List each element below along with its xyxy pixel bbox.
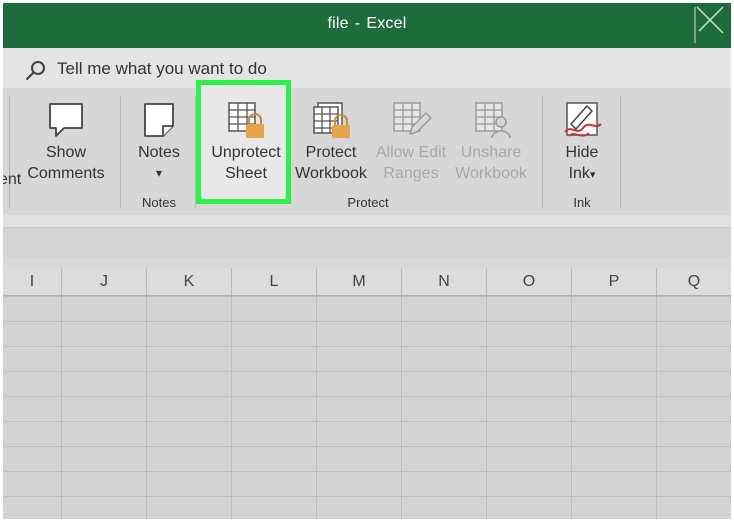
comment-icon	[49, 103, 83, 137]
column-header-l[interactable]: L	[232, 268, 317, 295]
column-line	[316, 296, 317, 519]
search-icon	[25, 61, 45, 81]
edit-ranges-icon	[393, 102, 432, 135]
file-name: file	[327, 15, 349, 32]
tell-me-bar[interactable]: Tell me what you want to do	[3, 48, 731, 88]
ribbon-separator	[9, 96, 10, 208]
sheet-lock-icon	[228, 102, 264, 138]
column-header-q[interactable]: Q	[657, 268, 731, 295]
column-header-p[interactable]: P	[572, 268, 657, 295]
column-header-n[interactable]: N	[402, 268, 487, 295]
group-label-ink: Ink	[573, 195, 591, 210]
tell-me-input[interactable]: Tell me what you want to do	[57, 59, 267, 79]
protect-workbook-line1: Protect	[305, 144, 357, 161]
protect-workbook-line2: Workbook	[295, 165, 367, 182]
unprotect-sheet-line2: Sheet	[225, 165, 267, 182]
window-title: file - Excel	[3, 15, 731, 33]
ribbon-bottom-edge	[3, 215, 731, 227]
column-line	[231, 296, 232, 519]
row-line	[3, 346, 731, 347]
row-line	[3, 296, 731, 297]
hide-ink-dropdown-arrow: ▾	[589, 169, 596, 181]
allow-edit-ranges-button[interactable]: Allow Edit Ranges	[371, 100, 451, 184]
show-comments-button[interactable]: Show Comments	[25, 100, 107, 184]
show-comments-line1: Show	[45, 144, 87, 161]
excel-window: file - Excel Tell me what you want to do e…	[3, 3, 731, 519]
row-line	[3, 321, 731, 322]
notes-label: Notes	[138, 144, 180, 161]
window-corner-decoration	[694, 6, 724, 43]
column-line	[486, 296, 487, 519]
ribbon-separator	[195, 96, 196, 208]
row-line	[3, 371, 731, 372]
unshare-workbook-line2: Workbook	[455, 165, 527, 182]
row-line	[3, 396, 731, 397]
column-line	[656, 296, 657, 519]
notes-dropdown-arrow: ▾	[155, 166, 163, 180]
unshare-workbook-line1: Unshare	[460, 144, 522, 161]
column-line	[61, 296, 62, 519]
show-comments-line2: Comments	[27, 165, 105, 182]
group-label-protect: Protect	[347, 195, 389, 210]
hide-ink-line1: Hide	[565, 144, 599, 161]
hide-ink-button[interactable]: Hide Ink▾	[551, 100, 613, 186]
ribbon-separator	[120, 96, 121, 208]
allow-edit-ranges-line1: Allow Edit	[375, 144, 447, 161]
column-line	[571, 296, 572, 519]
column-header-i[interactable]: I	[3, 268, 62, 295]
column-header-o[interactable]: O	[487, 268, 572, 295]
group-label-notes: Notes	[142, 195, 176, 210]
unshare-workbook-button[interactable]: Unshare Workbook	[451, 100, 531, 184]
review-ribbon: ent Show Comments Notes ▾ Notes Unprotec…	[3, 80, 731, 215]
hide-ink-line2: Ink▾	[568, 165, 596, 182]
row-line	[3, 421, 731, 422]
app-name: Excel	[366, 15, 407, 32]
column-header-k[interactable]: K	[147, 268, 232, 295]
worksheet-grid[interactable]	[3, 296, 731, 519]
column-line	[401, 296, 402, 519]
note-icon	[144, 103, 174, 137]
row-line	[3, 496, 731, 497]
unprotect-sheet-line1: Unprotect	[211, 144, 281, 161]
column-header-row: I J K L M N O P Q	[3, 268, 731, 296]
protect-workbook-button[interactable]: Protect Workbook	[291, 100, 371, 184]
title-bar: file - Excel	[3, 3, 731, 48]
column-header-j[interactable]: J	[62, 268, 147, 295]
unshare-workbook-icon	[475, 102, 511, 139]
ribbon-separator	[542, 96, 543, 208]
allow-edit-ranges-line2: Ranges	[383, 165, 439, 182]
ribbon-separator	[620, 96, 621, 208]
column-line	[146, 296, 147, 519]
workbook-lock-icon	[313, 102, 350, 138]
partial-button-label: ent	[3, 171, 21, 188]
column-header-m[interactable]: M	[317, 268, 402, 295]
formula-bar[interactable]	[3, 227, 731, 258]
row-line	[3, 471, 731, 472]
row-line	[3, 446, 731, 447]
unprotect-sheet-button[interactable]: Unprotect Sheet	[203, 100, 289, 184]
title-separator: -	[354, 15, 361, 32]
ink-pen-icon	[564, 102, 602, 137]
notes-button[interactable]: Notes ▾	[129, 100, 189, 184]
